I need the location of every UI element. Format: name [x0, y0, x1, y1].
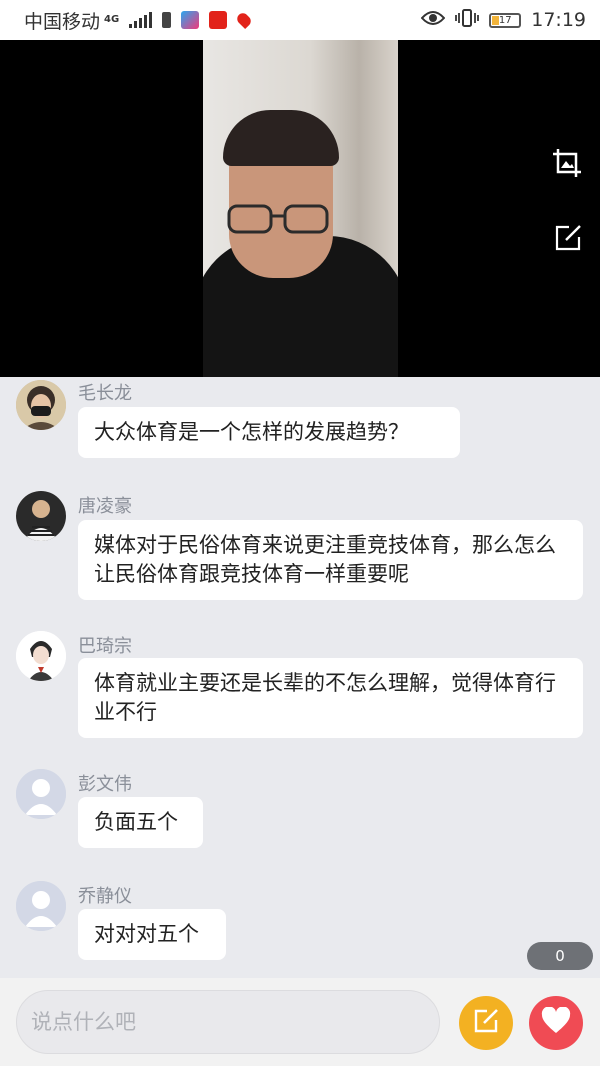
netease-music-icon	[209, 11, 228, 29]
comment-bubble: 大众体育是一个怎样的发展趋势？	[78, 407, 460, 458]
clock: 17:19	[531, 9, 586, 31]
like-button[interactable]	[529, 996, 583, 1050]
comment-username: 唐凌豪	[78, 496, 132, 517]
signal-icon	[129, 12, 153, 28]
avatar[interactable]	[16, 631, 66, 681]
live-video-area[interactable]	[0, 40, 600, 377]
carrier-label: 中国移动	[24, 10, 101, 33]
edit-icon[interactable]	[554, 224, 584, 254]
comment-bubble: 负面五个	[78, 797, 203, 848]
avatar[interactable]	[16, 380, 66, 430]
avatar[interactable]	[16, 769, 66, 819]
avatar[interactable]	[16, 491, 66, 541]
comment-username: 乔静仪	[78, 886, 132, 907]
sim-icon	[162, 12, 172, 28]
eye-icon	[420, 9, 446, 31]
vibrate-icon	[455, 8, 480, 32]
comment-input[interactable]: 说点什么吧	[16, 990, 440, 1054]
battery-icon: 17	[489, 12, 522, 28]
unread-counter-badge[interactable]: 0	[527, 942, 593, 970]
status-bar: 中国移动 4G 17 17:19	[0, 0, 600, 40]
edit-button[interactable]	[459, 996, 513, 1050]
heart-icon	[541, 1006, 571, 1039]
avatar[interactable]	[16, 881, 66, 931]
battery-level: 17	[498, 14, 512, 26]
comment-username: 彭文伟	[78, 774, 132, 795]
crop-image-icon[interactable]	[552, 148, 582, 178]
comment-bubble: 媒体对于民俗体育来说更注重竞技体育，那么怎么让民俗体育跟竞技体育一样重要呢	[78, 520, 583, 600]
comment-bubble: 体育就业主要还是长辈的不怎么理解，觉得体育行业不行	[78, 658, 583, 738]
network-type: 4G	[104, 14, 120, 25]
edit-icon	[472, 1007, 500, 1039]
comment-username: 巴琦宗	[78, 636, 132, 657]
comment-username: 毛长龙	[78, 383, 132, 404]
video-feed	[203, 40, 398, 377]
youku-icon	[181, 11, 200, 29]
comment-input-bar: 说点什么吧	[0, 978, 600, 1066]
comment-bubble: 对对对五个	[78, 909, 226, 960]
map-pin-icon	[235, 10, 254, 30]
